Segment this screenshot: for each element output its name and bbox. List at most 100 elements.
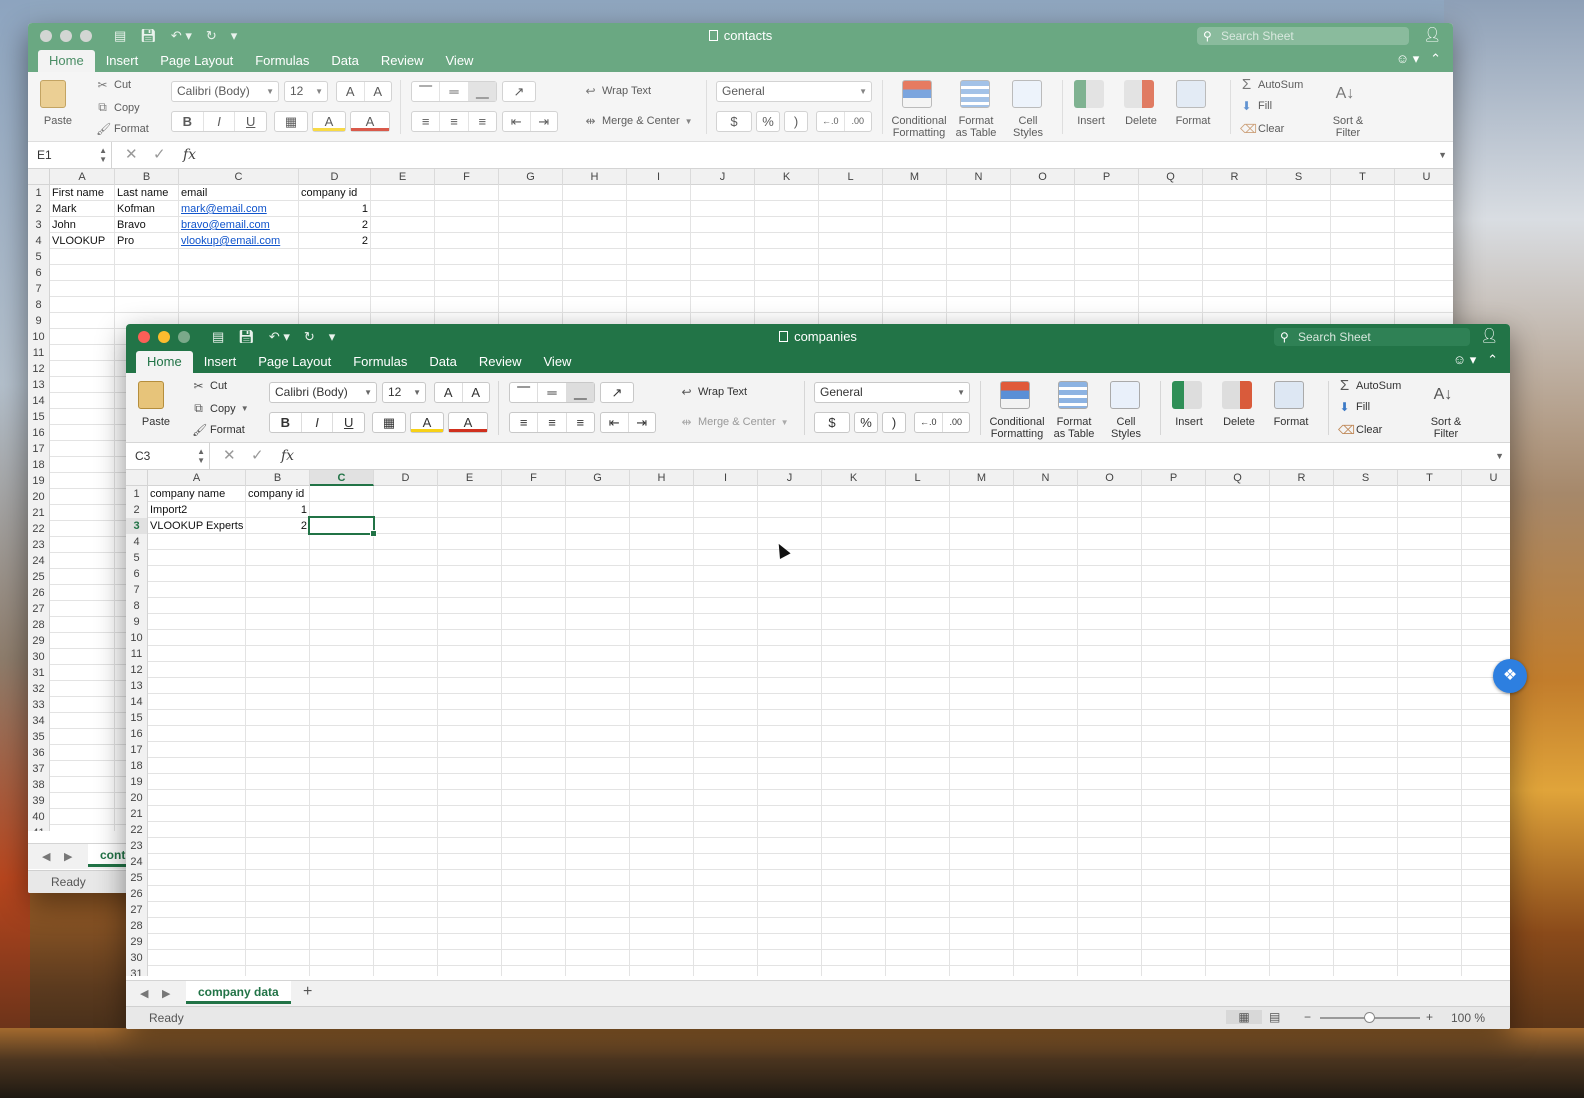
zoom-level[interactable]: 100 % [1451,1011,1485,1025]
insert-button[interactable]: Insert [1068,115,1114,127]
column-header-u[interactable]: U [1462,470,1510,486]
delete-button[interactable]: Delete [1216,416,1262,428]
row-header-5[interactable]: 5 [126,550,148,566]
row-header-25[interactable]: 25 [28,569,50,585]
percent-button[interactable]: % [756,111,780,132]
row-header-28[interactable]: 28 [28,617,50,633]
format-as-table-button[interactable]: Format as Table [1048,416,1100,440]
cell-b2[interactable]: Kofman [115,201,178,217]
format-as-table-icon[interactable] [1058,381,1088,409]
tab-insert[interactable]: Insert [95,50,150,72]
row-header-9[interactable]: 9 [28,313,50,329]
decimal-group[interactable]: ←.0.00 [816,111,872,132]
font-name-select[interactable]: Calibri (Body) ▼ [269,382,377,403]
font-grow-shrink[interactable]: AA [434,382,490,403]
tab-review[interactable]: Review [468,351,533,373]
row-header-24[interactable]: 24 [126,854,148,870]
sort-filter-button[interactable]: Sort & Filter [1320,115,1376,139]
paste-icon[interactable] [138,381,164,409]
column-header-m[interactable]: M [883,169,947,185]
cell-a4[interactable]: VLOOKUP [50,233,114,249]
row-header-27[interactable]: 27 [28,601,50,617]
worksheet-grid[interactable]: A B C D E F G H I J K L M N O P Q R S T U 1 2 3 4 5 6 7 8 9 10 11 12 13 14… [126,470,1510,976]
companies-window[interactable]: ▤ 💾︎ ↶ ▾ ↻ ▾ companies ⚲ Search Sheet 👤︎ … [126,324,1510,1029]
cell-a2[interactable]: Import2 [148,502,245,518]
column-header-p[interactable]: P [1075,169,1139,185]
next-sheet-icon[interactable]: ▶ [64,850,72,863]
horizontal-align-group[interactable]: ≡ ≡ ≡ [509,412,595,433]
row-header-24[interactable]: 24 [28,553,50,569]
cell-c2[interactable]: mark@email.com [179,201,298,217]
normal-view-icon[interactable]: ▦ [1226,1010,1262,1024]
row-header-12[interactable]: 12 [28,361,50,377]
column-header-g[interactable]: G [499,169,563,185]
row-header-5[interactable]: 5 [28,249,50,265]
column-header-k[interactable]: K [755,169,819,185]
row-header-6[interactable]: 6 [28,265,50,281]
sheet-tab-company-data[interactable]: company data [186,981,291,1004]
row-header-37[interactable]: 37 [28,761,50,777]
column-header-f[interactable]: F [502,470,566,486]
row-header-4[interactable]: 4 [28,233,50,249]
prev-sheet-icon[interactable]: ◀ [140,987,148,1000]
cell-b1[interactable]: company id [246,486,309,502]
borders-button[interactable]: ▦ [372,412,406,433]
row-header-16[interactable]: 16 [28,425,50,441]
smiley-icon[interactable]: ☺ ▾ ⌃ [1453,352,1498,368]
row-header-1[interactable]: 1 [126,486,148,502]
sidebar-toggle-icon[interactable]: ▤ [212,329,224,345]
row-header-17[interactable]: 17 [126,742,148,758]
cell-b4[interactable]: Pro [115,233,178,249]
italic-button[interactable]: I [204,112,236,131]
bold-button[interactable]: B [270,413,302,432]
tab-view[interactable]: View [533,351,583,373]
column-header-g[interactable]: G [566,470,630,486]
column-header-r[interactable]: R [1270,470,1334,486]
active-cell-selection[interactable] [308,516,377,537]
column-header-l[interactable]: L [819,169,883,185]
column-header-a[interactable]: A [148,470,246,486]
expand-formula-bar-icon[interactable]: ▼ [1438,142,1447,168]
row-header-36[interactable]: 36 [28,745,50,761]
font-name-select[interactable]: Calibri (Body) ▼ [171,81,279,102]
column-header-r[interactable]: R [1203,169,1267,185]
clear-button[interactable]: ⌫ Clear [1338,423,1382,437]
column-header-n[interactable]: N [947,169,1011,185]
row-header-25[interactable]: 25 [126,870,148,886]
cell-b1[interactable]: Last name [115,185,178,201]
row-header-40[interactable]: 40 [28,809,50,825]
column-header-s[interactable]: S [1267,169,1331,185]
row-header-38[interactable]: 38 [28,777,50,793]
undo-icon[interactable]: ↶ ▾ [269,329,290,345]
row-header-8[interactable]: 8 [28,297,50,313]
column-header-p[interactable]: P [1142,470,1206,486]
tab-data[interactable]: Data [320,50,369,72]
search-input[interactable]: ⚲ Search Sheet [1274,328,1470,346]
minimize-button[interactable] [158,330,170,343]
autosum-button[interactable]: Σ AutoSum [1338,377,1401,394]
select-all-corner[interactable] [28,169,50,185]
row-header-27[interactable]: 27 [126,902,148,918]
row-header-34[interactable]: 34 [28,713,50,729]
wrap-text-button[interactable]: ↩ Wrap Text [680,385,747,399]
row-header-41[interactable]: 41 [28,825,50,831]
row-header-9[interactable]: 9 [126,614,148,630]
title-bar[interactable]: ▤ 💾︎ ↶ ▾ ↻ ▾ contacts ⚲ Search Sheet 👤︎ [28,23,1453,48]
underline-button[interactable]: U [333,413,364,432]
font-size-select[interactable]: 12 ▼ [284,81,328,102]
row-header-6[interactable]: 6 [126,566,148,582]
zoom-slider-thumb[interactable] [1364,1012,1375,1023]
cell-styles-icon[interactable] [1110,381,1140,409]
tab-formulas[interactable]: Formulas [342,351,418,373]
row-header-35[interactable]: 35 [28,729,50,745]
paste-button[interactable]: Paste [38,115,78,127]
row-header-15[interactable]: 15 [28,409,50,425]
row-header-26[interactable]: 26 [28,585,50,601]
undo-icon[interactable]: ↶ ▾ [171,28,192,44]
column-header-b[interactable]: B [246,470,310,486]
redo-icon[interactable]: ↻ [304,329,315,345]
row-header-4[interactable]: 4 [126,534,148,550]
row-header-30[interactable]: 30 [28,649,50,665]
row-header-15[interactable]: 15 [126,710,148,726]
cell-styles-icon[interactable] [1012,80,1042,108]
